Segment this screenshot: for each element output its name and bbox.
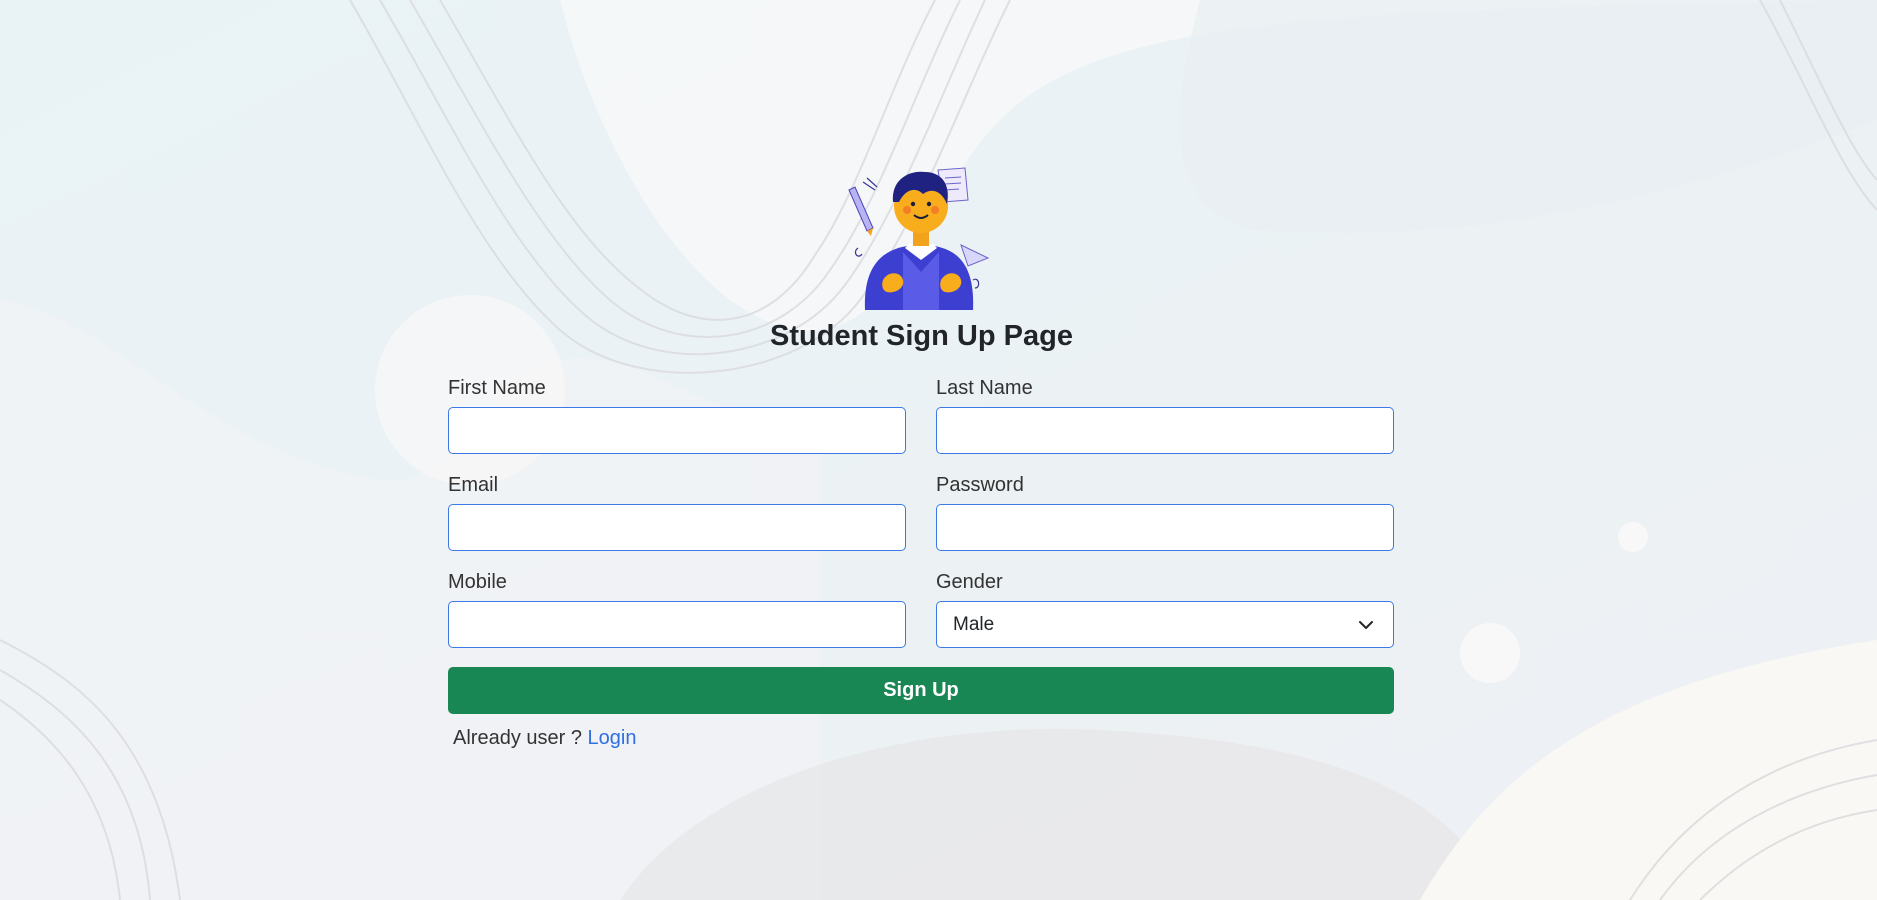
last-name-label: Last Name — [936, 377, 1033, 399]
first-name-group: First Name — [448, 375, 906, 454]
gender-selected-value: Male — [953, 614, 995, 635]
password-group: Password — [936, 472, 1394, 551]
login-prompt-line: Already user ? Login — [453, 727, 636, 750]
sign-up-button[interactable]: Sign Up — [448, 667, 1394, 714]
login-prompt-text: Already user ? — [453, 727, 582, 749]
page-title: Student Sign Up Page — [770, 320, 1073, 352]
last-name-group: Last Name — [936, 375, 1394, 454]
mobile-field[interactable] — [448, 601, 906, 648]
login-link[interactable]: Login — [588, 727, 637, 749]
first-name-field[interactable] — [448, 407, 906, 454]
first-name-label: First Name — [448, 377, 546, 399]
password-field[interactable] — [936, 504, 1394, 551]
mobile-group: Mobile — [448, 569, 906, 648]
chevron-down-icon — [1359, 621, 1373, 629]
password-label: Password — [936, 474, 1024, 496]
gender-select[interactable]: Male — [936, 601, 1394, 648]
gender-label: Gender — [936, 571, 1003, 593]
mobile-label: Mobile — [448, 571, 507, 593]
gender-group: Gender Male — [936, 569, 1394, 648]
email-group: Email — [448, 472, 906, 551]
email-field[interactable] — [448, 504, 906, 551]
email-label: Email — [448, 474, 499, 496]
student-illustration-icon — [843, 160, 998, 310]
last-name-field[interactable] — [936, 407, 1394, 454]
